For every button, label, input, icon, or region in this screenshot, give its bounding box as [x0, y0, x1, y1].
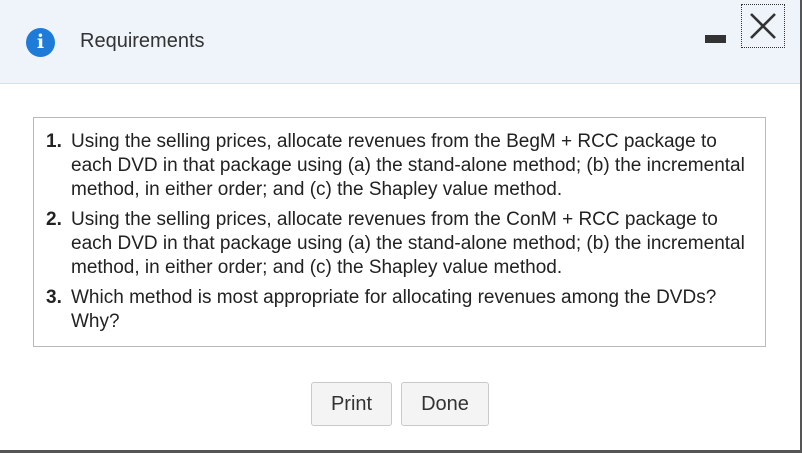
- requirement-text: Using the selling prices, allocate reven…: [71, 209, 745, 278]
- close-icon: [750, 13, 776, 39]
- requirement-item: 2. Using the selling prices, allocate re…: [46, 208, 751, 280]
- print-button[interactable]: Print: [311, 382, 392, 426]
- requirement-number: 2.: [46, 209, 62, 230]
- requirement-item: 1. Using the selling prices, allocate re…: [46, 130, 751, 202]
- requirements-dialog: i Requirements 1. Using the selling pric…: [0, 0, 802, 453]
- requirements-list: 1. Using the selling prices, allocate re…: [34, 118, 765, 334]
- close-button[interactable]: [741, 4, 785, 48]
- minimize-icon[interactable]: [705, 35, 726, 43]
- requirement-number: 1.: [46, 131, 62, 152]
- requirement-text: Using the selling prices, allocate reven…: [71, 131, 745, 200]
- dialog-header: i Requirements: [0, 0, 800, 84]
- requirement-number: 3.: [46, 287, 62, 308]
- info-icon: i: [26, 28, 55, 57]
- requirement-item: 3. Which method is most appropriate for …: [46, 286, 751, 334]
- dialog-title: Requirements: [80, 30, 205, 52]
- requirements-box: 1. Using the selling prices, allocate re…: [33, 117, 766, 347]
- requirement-text: Which method is most appropriate for all…: [71, 287, 717, 332]
- done-button[interactable]: Done: [401, 382, 489, 426]
